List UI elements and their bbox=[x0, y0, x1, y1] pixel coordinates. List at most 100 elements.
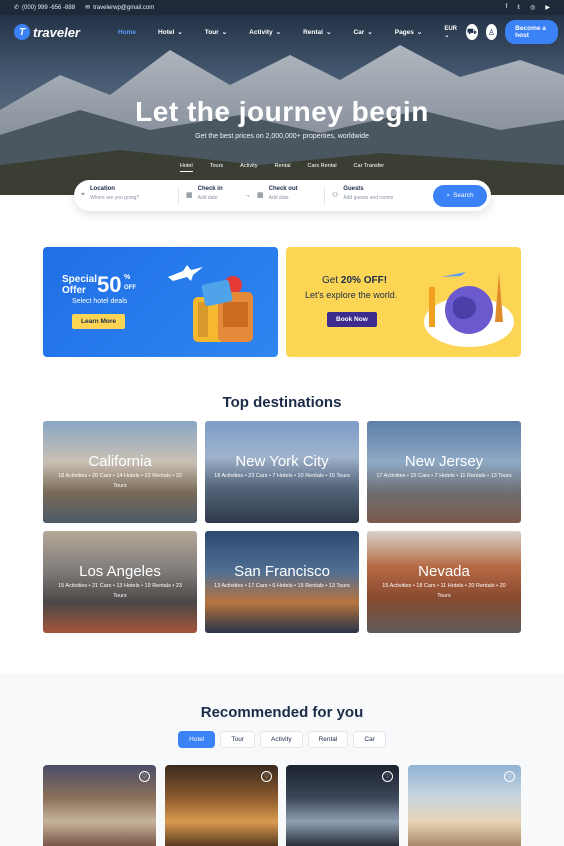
guests-input[interactable]: Add guests and rooms bbox=[343, 195, 393, 201]
luggage-illustration bbox=[168, 265, 253, 342]
promo-pct-sign: % bbox=[124, 274, 131, 281]
nav-item-label: Activity bbox=[249, 28, 273, 36]
nav-item-label: Home bbox=[117, 28, 137, 36]
tab-rental[interactable]: Rental bbox=[275, 163, 291, 172]
nav-item-label: Hotel bbox=[158, 28, 175, 36]
nav-item-activity[interactable]: Activity ⌄ bbox=[249, 28, 281, 37]
destination-card-new-york-city[interactable]: New York City 18 Activities • 23 Cars • … bbox=[205, 421, 359, 523]
promo-heading: Special Offer bbox=[62, 274, 97, 296]
currency-selector[interactable]: EUR ⌄ bbox=[444, 26, 458, 39]
chevron-down-icon: ⌄ bbox=[367, 29, 373, 36]
heart-icon[interactable]: ♡ bbox=[504, 771, 515, 782]
tab-hotel[interactable]: Hotel bbox=[179, 163, 193, 172]
mail-icon: ✉ bbox=[85, 5, 91, 11]
promo2-title-bold: 20% OFF! bbox=[340, 275, 388, 286]
nav-item-label: Car bbox=[353, 28, 365, 36]
hotel-card[interactable]: ♡ bbox=[408, 765, 521, 846]
youtube-icon[interactable]: ▶ bbox=[545, 4, 550, 11]
promo-explore[interactable]: Get 20% OFF! Let's explore the world. Bo… bbox=[286, 247, 521, 357]
nav-item-home[interactable]: Home bbox=[118, 28, 136, 36]
destination-card-california[interactable]: California 18 Activities • 20 Cars • 14 … bbox=[43, 421, 197, 523]
destination-stats: 13 Activities • 17 Cars • 6 Hotels • 15 … bbox=[214, 583, 350, 589]
hotel-card[interactable]: ♡ bbox=[165, 765, 278, 846]
guests-field[interactable]: ⚇ Guests Add guests and rooms bbox=[332, 186, 412, 206]
promo2-title: Get 20% OFF! bbox=[322, 275, 387, 286]
destination-name: Nevada bbox=[418, 563, 470, 580]
hero-title: Let the journey begin bbox=[135, 96, 429, 127]
tab-tour[interactable]: Tour bbox=[220, 731, 255, 748]
nav-item-tour[interactable]: Tour ⌄ bbox=[205, 28, 228, 37]
location-input[interactable]: Where are you going? bbox=[90, 195, 139, 201]
nav-item-hotel[interactable]: Hotel ⌄ bbox=[158, 28, 183, 37]
promo2-subtitle: Let's explore the world. bbox=[305, 290, 398, 300]
destinations-title: Top destinations bbox=[222, 394, 342, 411]
promo-off: OFF bbox=[124, 285, 136, 291]
tab-cars-rental[interactable]: Cars Rental bbox=[308, 163, 337, 172]
chevron-down-icon: ⌄ bbox=[177, 29, 183, 36]
tab-car-transfer[interactable]: Car Transfer bbox=[354, 163, 385, 172]
heart-icon[interactable]: ♡ bbox=[261, 771, 272, 782]
tab-activity[interactable]: Activity bbox=[259, 731, 303, 748]
destination-card-nevada[interactable]: Nevada 15 Activities • 18 Cars • 11 Hote… bbox=[367, 531, 521, 633]
promo-line2: Offer bbox=[62, 285, 86, 296]
hotel-card[interactable]: ♡ bbox=[43, 765, 156, 846]
checkin-label: Check in bbox=[197, 185, 223, 192]
tab-tours[interactable]: Tours bbox=[210, 163, 223, 172]
map-pin-icon: ⌖ bbox=[81, 190, 85, 198]
destination-stats: 18 Activities • 20 Cars • 14 Hotels • 22… bbox=[58, 473, 182, 489]
currency-label: EUR bbox=[444, 25, 458, 32]
chevron-down-icon: ⌄ bbox=[416, 29, 423, 36]
tab-activity[interactable]: Activity bbox=[240, 163, 257, 172]
checkin-input[interactable]: Add date bbox=[198, 195, 223, 201]
book-now-button[interactable]: Book Now bbox=[327, 312, 377, 327]
destination-card-san-francisco[interactable]: San Francisco 13 Activities • 17 Cars • … bbox=[205, 531, 359, 633]
destination-stats: 17 Activities • 15 Cars • 7 Hotels • 11 … bbox=[376, 473, 512, 479]
nav-item-rental[interactable]: Rental ⌄ bbox=[303, 28, 331, 37]
chevron-down-icon: ⌄ bbox=[221, 29, 228, 36]
hotel-card[interactable]: ♡ bbox=[286, 765, 399, 846]
calendar-icon: ▦ bbox=[257, 191, 264, 199]
tab-hotel[interactable]: Hotel bbox=[178, 731, 216, 748]
tab-car[interactable]: Car bbox=[353, 731, 386, 748]
heart-icon[interactable]: ♡ bbox=[139, 771, 150, 782]
cart-icon[interactable]: ⛟ bbox=[466, 24, 478, 40]
phone-contact[interactable]: ✆ (000) 999 -656 -888 bbox=[14, 4, 76, 12]
top-bar: ✆ (000) 999 -656 -888 ✉ travelerwp@gmail… bbox=[0, 0, 564, 15]
twitter-icon[interactable]: 𝕥 bbox=[517, 4, 520, 11]
globe-illustration bbox=[424, 272, 514, 347]
search-button-label: Search bbox=[453, 192, 474, 199]
search-button[interactable]: ⌕ Search bbox=[433, 184, 487, 207]
user-icon[interactable]: ♙ bbox=[485, 24, 498, 40]
nav-item-label: Pages bbox=[394, 28, 414, 36]
location-field[interactable]: ⌖ Location Where are you going? bbox=[81, 186, 171, 206]
promo-line1: Special bbox=[62, 274, 98, 285]
promo-special-offer[interactable]: Special Offer 50 % OFF Select hotel deal… bbox=[43, 247, 278, 357]
learn-more-button[interactable]: Learn More bbox=[72, 314, 126, 329]
nav-item-car[interactable]: Car ⌄ bbox=[353, 28, 373, 37]
nav-item-label: Rental bbox=[303, 28, 323, 36]
nav-menu: Home Hotel ⌄ Tour ⌄ Activity ⌄ Rental ⌄ Car ⌄… bbox=[118, 28, 444, 37]
social-links: f 𝕥 ◎ ▶ bbox=[506, 4, 550, 11]
instagram-icon[interactable]: ◎ bbox=[530, 4, 535, 11]
checkin-field[interactable]: ▦ Check in Add date bbox=[186, 186, 238, 206]
facebook-icon[interactable]: f bbox=[506, 4, 508, 11]
brand-logo[interactable]: T traveler bbox=[14, 24, 80, 40]
heart-icon[interactable]: ♡ bbox=[382, 771, 393, 782]
destination-name: New York City bbox=[235, 453, 329, 470]
checkout-field[interactable]: ▦ Check out Add date bbox=[257, 186, 317, 206]
calendar-icon: ▦ bbox=[186, 191, 193, 199]
checkout-input[interactable]: Add date bbox=[269, 195, 298, 201]
nav-item-pages[interactable]: Pages ⌄ bbox=[394, 28, 423, 37]
divider bbox=[324, 186, 325, 205]
nav-actions: EUR ⌄ ⛟ ♙ Become a host bbox=[444, 20, 559, 44]
destination-card-los-angeles[interactable]: Los Angeles 15 Activities • 21 Cars • 13… bbox=[43, 531, 197, 633]
phone-number: (000) 999 -656 -888 bbox=[22, 4, 76, 11]
become-host-button[interactable]: Become a host bbox=[505, 20, 559, 44]
phone-icon: ✆ bbox=[14, 5, 20, 11]
search-icon: ⌕ bbox=[446, 191, 451, 199]
destination-card-new-jersey[interactable]: New Jersey 17 Activities • 15 Cars • 7 H… bbox=[367, 421, 521, 523]
tab-rental[interactable]: Rental bbox=[307, 731, 349, 748]
search-bar: ⌖ Location Where are you going? ▦ Check … bbox=[74, 180, 491, 211]
promo-percent: 50 bbox=[97, 272, 122, 297]
email-contact[interactable]: ✉ travelerwp@gmail.com bbox=[85, 4, 154, 12]
